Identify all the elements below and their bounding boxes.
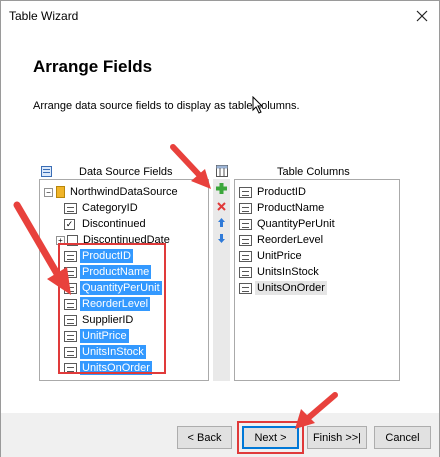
numeric-field-icon [239, 282, 252, 294]
datasource-icon [56, 186, 65, 198]
column-label: QuantityPerUnit [257, 218, 335, 230]
page-title: Arrange Fields [33, 57, 153, 76]
list-item[interactable]: ProductID [239, 184, 308, 200]
list-item[interactable]: UnitsOnOrder [239, 280, 327, 296]
field-label: CategoryID [82, 202, 138, 214]
remove-field-button[interactable] [215, 200, 228, 213]
table-icon [216, 165, 228, 180]
numeric-field-icon [239, 234, 252, 246]
column-label: UnitsOnOrder [255, 281, 327, 295]
table-columns-list[interactable]: ProductID ProductName QuantityPerUnit Re… [234, 179, 400, 381]
back-button[interactable]: < Back [177, 426, 232, 449]
column-label: UnitsInStock [257, 266, 319, 278]
title-bar: Table Wizard [1, 1, 439, 31]
column-label: ProductID [257, 186, 306, 198]
data-source-icon [41, 166, 52, 180]
table-wizard-window: Table Wizard Arrange Fields Arrange data… [0, 0, 440, 457]
arrow-up-icon [218, 218, 225, 227]
window-title: Table Wizard [9, 9, 79, 23]
mouse-cursor-icon [252, 96, 264, 114]
annotation-arrow-icon [170, 144, 211, 189]
annotation-arrow-icon [13, 201, 71, 295]
numeric-field-icon [239, 266, 252, 278]
table-columns-label: Table Columns [277, 166, 350, 178]
back-button-label: < Back [187, 431, 222, 444]
move-down-button[interactable] [215, 232, 228, 245]
collapse-icon[interactable]: − [44, 187, 53, 197]
remove-icon [217, 202, 226, 211]
cancel-button-label: Cancel [385, 431, 420, 444]
tree-root[interactable]: − NorthwindDataSource [44, 184, 180, 200]
list-item[interactable]: ReorderLevel [239, 232, 325, 248]
numeric-field-icon [239, 186, 252, 198]
close-icon[interactable] [411, 5, 433, 27]
list-item[interactable]: QuantityPerUnit [239, 216, 337, 232]
field-label: Discontinued [82, 218, 146, 230]
list-item[interactable]: UnitsInStock [239, 264, 321, 280]
column-label: UnitPrice [257, 250, 302, 262]
cancel-button[interactable]: Cancel [374, 426, 431, 449]
column-label: ProductName [257, 202, 325, 214]
tree-root-label: NorthwindDataSource [70, 186, 178, 198]
annotation-arrow-icon [295, 392, 338, 429]
finish-button-label: Finish >>| [312, 431, 362, 444]
data-source-fields-label: Data Source Fields [79, 166, 173, 178]
list-item[interactable]: UnitPrice [239, 248, 304, 264]
text-field-icon [239, 218, 252, 230]
column-label: ReorderLevel [257, 234, 324, 246]
decimal-field-icon [239, 250, 252, 262]
text-field-icon [239, 202, 252, 214]
arrow-down-icon [218, 234, 225, 243]
move-up-button[interactable] [215, 216, 228, 229]
list-item[interactable]: ProductName [239, 200, 326, 216]
